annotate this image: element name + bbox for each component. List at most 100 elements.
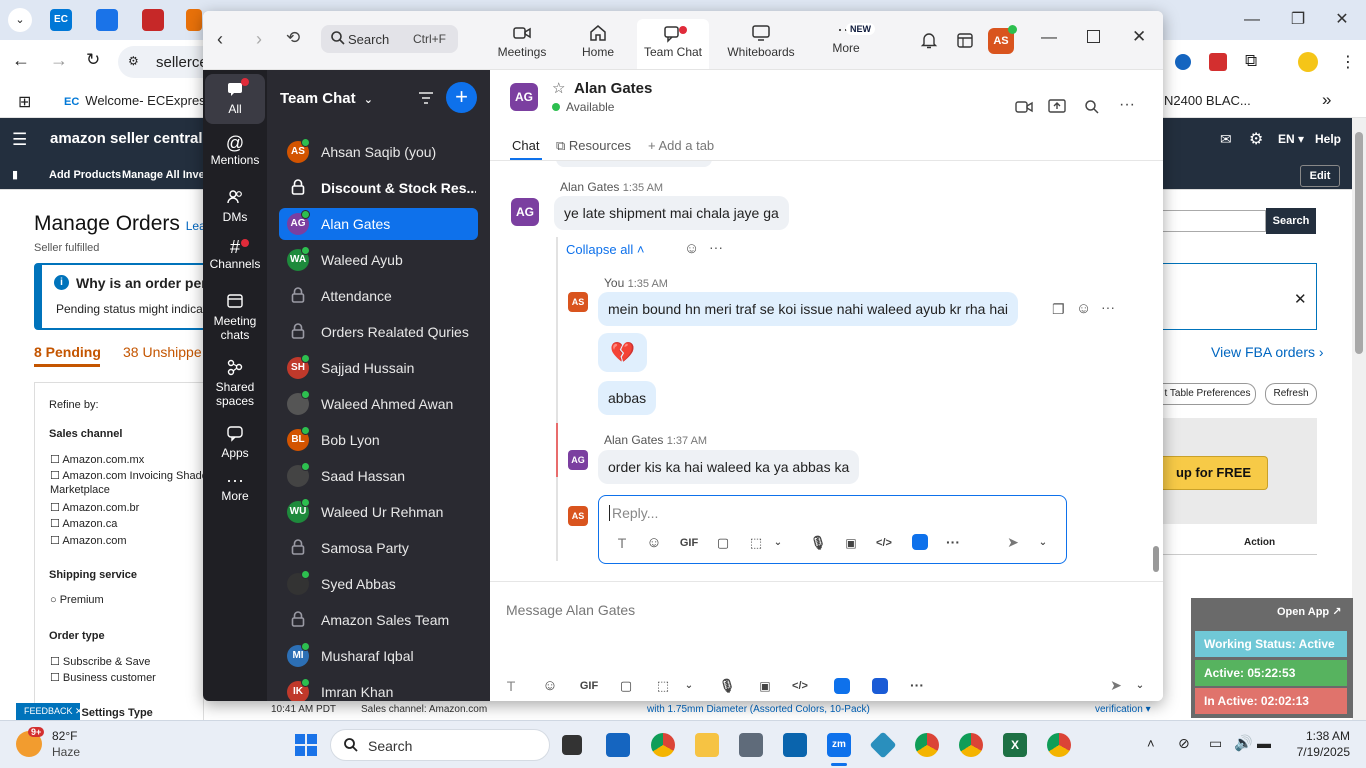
reply2-bubble[interactable]: order kis ka hai waleed ka ya abbas ka [598, 450, 860, 484]
filter-icon[interactable] [417, 89, 435, 107]
site-info-icon[interactable]: ⚙ [128, 54, 139, 68]
code-icon[interactable]: </> [875, 534, 893, 552]
zoom-search-box[interactable]: Search Ctrl+F [321, 25, 458, 53]
bookmarks-overflow-icon[interactable]: » [1322, 90, 1331, 110]
message-bubble[interactable]: ye late shipment mai chala jaye ga [554, 196, 789, 230]
reply-input[interactable]: Reply... [609, 505, 1049, 521]
rail-dms[interactable]: DMs [205, 182, 265, 232]
rail-channels[interactable]: # Channels [205, 234, 265, 284]
rail-more[interactable]: ··· More [205, 470, 265, 520]
language-select[interactable]: EN ▾ [1278, 132, 1304, 146]
channel-mx[interactable]: ☐ Amazon.com.mx [50, 453, 144, 466]
reply-more-icon[interactable]: ··· [1101, 299, 1115, 315]
new-chat-button[interactable]: + [446, 82, 477, 113]
start-button[interactable] [295, 734, 317, 756]
forward-icon[interactable]: → [50, 50, 68, 71]
rail-shared-spaces[interactable]: Shared spaces [205, 352, 265, 416]
tray-battery-icon[interactable]: ▬ [1257, 735, 1271, 751]
amazon-logo[interactable]: amazon seller central [50, 130, 203, 147]
chrome-profile-icon-3[interactable] [1047, 733, 1071, 757]
main-more-icon[interactable]: ··· [908, 676, 926, 694]
tab-icon-4[interactable] [186, 9, 202, 31]
pdf-extension-icon[interactable] [1209, 53, 1227, 71]
file-explorer-icon[interactable] [695, 733, 719, 757]
rail-all[interactable]: All [205, 74, 265, 124]
chat-list-item[interactable]: MI Musharaf Iqbal [279, 640, 478, 672]
send-options-chevron-icon[interactable]: ⌄ [1034, 534, 1052, 552]
weather-widget[interactable]: 9+ 82°F Haze [14, 727, 134, 763]
tab-resources[interactable]: ⧉ Resources [556, 138, 631, 154]
main-mic-icon[interactable]: 🎙 [718, 677, 736, 695]
extension-icon-1[interactable] [1175, 54, 1191, 70]
chrome-profile-icon-2[interactable] [959, 733, 983, 757]
signup-button[interactable]: up for FREE [1160, 456, 1268, 490]
channel-br[interactable]: ☐ Amazon.com.br [50, 501, 139, 514]
settings-gear-icon[interactable]: ⚙ [1249, 129, 1263, 149]
tab-search-button[interactable]: ⌄ [8, 8, 32, 32]
conversation-name[interactable]: Alan Gates [574, 80, 652, 97]
reply-react-icon[interactable]: ☺ [1076, 300, 1091, 317]
chat-list-item[interactable]: Saad Hassan [279, 460, 478, 492]
channel-invoicing[interactable]: ☐ Amazon.com Invoicing Shado [50, 469, 208, 482]
emoji-icon[interactable]: ☺ [645, 534, 663, 552]
chat-list-item[interactable]: Attendance [279, 280, 478, 312]
chat-list-item[interactable]: Amazon Sales Team [279, 604, 478, 636]
browser-minimize-icon[interactable]: — [1240, 8, 1264, 32]
hamburger-icon[interactable]: ☰ [12, 130, 27, 150]
main-app-icon-1[interactable] [834, 678, 850, 694]
orders-search-input[interactable] [1160, 210, 1266, 232]
tray-phone-link-icon[interactable]: ▭ [1209, 735, 1222, 752]
profile-avatar[interactable] [1298, 52, 1318, 72]
message-scrollbar-thumb[interactable] [1153, 546, 1159, 572]
order-type-sns[interactable]: ☐ Subscribe & Save [50, 655, 150, 668]
ec-tab-icon[interactable]: EC [50, 9, 72, 31]
help-link[interactable]: Help [1315, 132, 1341, 146]
main-video-message-icon[interactable]: ▣ [756, 677, 774, 695]
chat-list-item[interactable]: WA Waleed Ayub [279, 244, 478, 276]
close-banner-icon[interactable]: ✕ [1294, 290, 1307, 308]
tray-network-off-icon[interactable]: ⊘ [1178, 735, 1190, 752]
main-format-text-icon[interactable]: T [502, 677, 520, 695]
history-icon[interactable]: ⟲ [286, 28, 300, 48]
store-icon[interactable] [606, 733, 630, 757]
reload-icon[interactable]: ↻ [86, 50, 100, 70]
tab-add[interactable]: + Add a tab [648, 138, 714, 153]
chrome-profile-icon-1[interactable] [915, 733, 939, 757]
edit-nav-button[interactable]: Edit [1300, 165, 1340, 187]
nav-manage-inventory[interactable]: Manage All Invent [122, 169, 215, 181]
main-send-chevron-icon[interactable]: ⌄ [1131, 677, 1149, 695]
tab-pending[interactable]: 8 Pending [34, 344, 101, 360]
chrome-icon[interactable] [651, 733, 675, 757]
reply-bubble[interactable]: mein bound hn meri traf se koi issue nah… [598, 292, 1018, 326]
chat-list-item[interactable]: AS Ahsan Saqib (you) [279, 136, 478, 168]
browser-close-icon[interactable]: ✕ [1330, 8, 1354, 32]
bookmark-icon[interactable]: ▮ [12, 168, 18, 181]
app-icon-diamond[interactable] [869, 731, 897, 759]
tab-unshipped[interactable]: 38 Unshippe [123, 344, 202, 360]
zoom-taskbar-icon[interactable]: zm [827, 733, 851, 757]
extensions-puzzle-icon[interactable]: ⧉ [1245, 51, 1257, 71]
page-scrollbar[interactable] [1352, 118, 1366, 720]
channel-ca[interactable]: ☐ Amazon.ca [50, 517, 117, 530]
order-type-business[interactable]: ☐ Business customer [50, 671, 156, 684]
bell-icon[interactable] [920, 31, 938, 49]
nav-home[interactable]: Home [562, 19, 634, 69]
calendar-icon[interactable] [956, 31, 974, 49]
file-icon[interactable]: ▢ [714, 534, 732, 552]
main-screenshot-icon[interactable]: ⬚ [654, 677, 672, 695]
calculator-icon[interactable] [739, 733, 763, 757]
send-icon[interactable]: ➤ [1004, 533, 1022, 551]
screenshot-icon[interactable]: ⬚ [747, 534, 765, 552]
mic-icon[interactable]: 🎙 [809, 534, 827, 552]
thread-more-icon[interactable]: ··· [709, 239, 723, 255]
video-call-icon[interactable] [1015, 100, 1033, 114]
main-gif-icon[interactable]: GIF [578, 677, 600, 695]
gif-icon[interactable]: GIF [678, 534, 700, 552]
view-fba-link[interactable]: View FBA orders › [1211, 344, 1324, 360]
back-icon[interactable]: ← [12, 50, 30, 71]
outlook-icon[interactable] [783, 733, 807, 757]
main-emoji-icon[interactable]: ☺ [541, 677, 559, 695]
share-screen-icon[interactable] [1048, 99, 1066, 114]
refresh-button[interactable]: Refresh [1265, 383, 1317, 405]
address-bar[interactable]: ⚙ sellerce [118, 46, 208, 78]
